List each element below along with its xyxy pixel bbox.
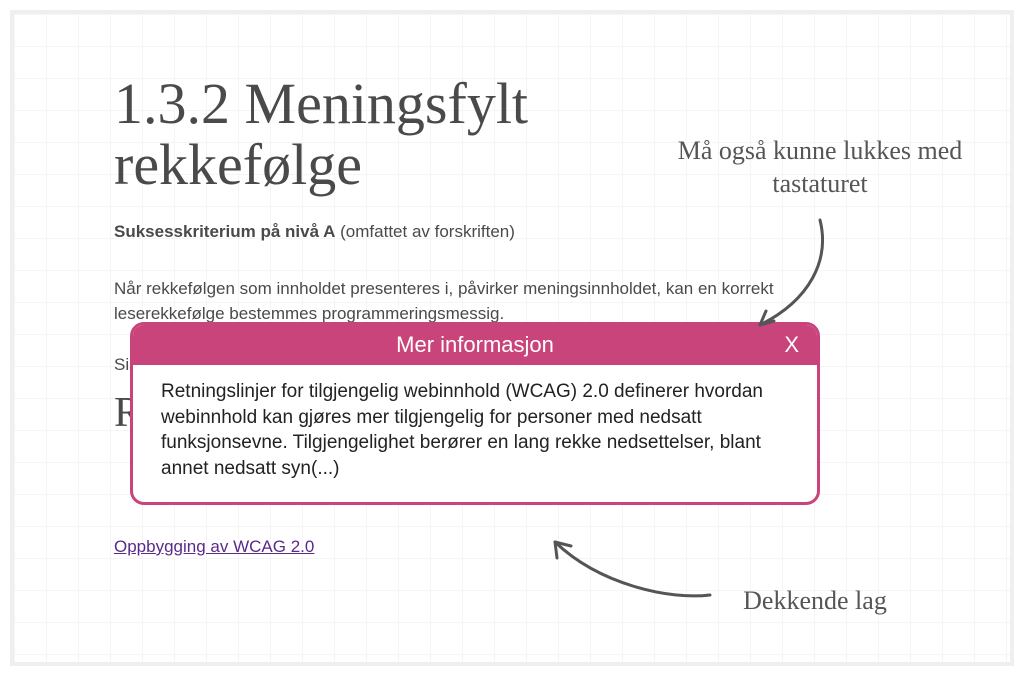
wcag-structure-link[interactable]: Oppbygging av WCAG 2.0 <box>114 537 314 557</box>
success-criterion: Suksesskriterium på nivå A (omfattet av … <box>114 222 774 242</box>
popup-body: Retningslinjer for tilgjengelig webinnho… <box>133 365 817 502</box>
criterion-level: Suksesskriterium på nivå A <box>114 222 335 241</box>
popup-title: Mer informasjon <box>396 332 554 358</box>
arrow-to-overlay-icon <box>530 530 720 610</box>
annotation-keyboard-close: Må også kunne lukkes med tastaturet <box>660 135 980 200</box>
criterion-description: Når rekkefølgen som innholdet presentere… <box>114 276 774 327</box>
popup-header: Mer informasjon X <box>133 325 817 365</box>
criterion-note: (omfattet av forskriften) <box>335 222 515 241</box>
arrow-to-close-icon <box>740 210 860 340</box>
annotation-overlay: Dekkende lag <box>700 585 930 618</box>
info-popup: Mer informasjon X Retningslinjer for til… <box>130 322 820 505</box>
